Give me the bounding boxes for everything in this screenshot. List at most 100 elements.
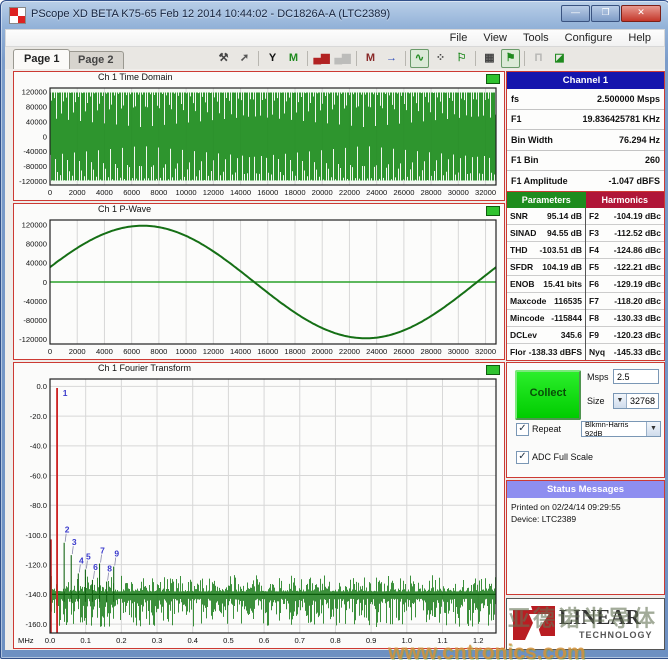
logo-line2: TECHNOLOGY bbox=[579, 630, 653, 640]
app-icon bbox=[9, 7, 26, 24]
toolbar: ⚒ ➚ Y M ▄▆ ▄▆ M → ∿ ⁘ ⚐ ▦ ⚑ Π ◪ bbox=[213, 48, 570, 68]
channel1-row: fs2.500000 Msps bbox=[507, 89, 664, 110]
histogram-icon[interactable]: ▄▆ bbox=[312, 49, 331, 68]
harmonic-row: F9-120.23 dBc bbox=[586, 327, 664, 344]
menu-help[interactable]: Help bbox=[621, 31, 658, 45]
f1-amplitude-label: F1 Amplitude bbox=[511, 176, 568, 186]
channel1-row: Bin Width76.294 Hz bbox=[507, 130, 664, 151]
size-combo[interactable]: ▼ 32768 bbox=[613, 393, 659, 409]
harmonic-row: F4-124.86 dBc bbox=[586, 242, 664, 259]
svg-text:3: 3 bbox=[72, 537, 77, 547]
minimize-button[interactable]: — bbox=[561, 5, 590, 22]
cursor-zoom-icon[interactable]: ➚ bbox=[235, 49, 254, 68]
svg-text:7: 7 bbox=[100, 546, 105, 556]
toolbar-separator bbox=[307, 51, 308, 66]
menu-tools[interactable]: Tools bbox=[516, 31, 556, 45]
maximize-button[interactable]: ❐ bbox=[591, 5, 620, 22]
export-plot-icon[interactable]: ◪ bbox=[550, 49, 569, 68]
svg-text:12000: 12000 bbox=[203, 188, 224, 197]
svg-text:24000: 24000 bbox=[366, 347, 387, 356]
svg-text:120000: 120000 bbox=[22, 221, 47, 230]
svg-text:-40.0: -40.0 bbox=[30, 442, 47, 451]
svg-text:28000: 28000 bbox=[421, 347, 442, 356]
svg-text:0: 0 bbox=[48, 347, 52, 356]
dual-display-icon[interactable]: ▦ bbox=[480, 49, 499, 68]
svg-text:16000: 16000 bbox=[257, 347, 278, 356]
math-window-icon[interactable]: M bbox=[284, 49, 303, 68]
pwave-plot-panel: Ch 1 P-Wave 12000080000400000-40000-8000… bbox=[13, 203, 505, 360]
param-row: Maxcode116535 bbox=[507, 293, 585, 310]
svg-text:12000: 12000 bbox=[203, 347, 224, 356]
menu-bar: File View Tools Configure Help bbox=[5, 29, 665, 47]
msps-input[interactable] bbox=[613, 369, 659, 384]
code-density-icon[interactable]: ▄▆ bbox=[333, 49, 352, 68]
svg-text:5: 5 bbox=[86, 552, 91, 562]
svg-text:4000: 4000 bbox=[96, 188, 113, 197]
svg-text:32000: 32000 bbox=[475, 188, 496, 197]
svg-text:22000: 22000 bbox=[339, 347, 360, 356]
param-row: SNR95.14 dB bbox=[507, 208, 585, 225]
max-average-icon[interactable]: M bbox=[361, 49, 380, 68]
svg-text:0.5: 0.5 bbox=[223, 636, 234, 645]
collect-button[interactable]: Collect bbox=[515, 370, 581, 420]
svg-text:6: 6 bbox=[93, 562, 98, 572]
menu-file[interactable]: File bbox=[443, 31, 475, 45]
svg-text:9: 9 bbox=[114, 549, 119, 559]
time-domain-view-icon[interactable]: ∿ bbox=[410, 49, 429, 68]
logo-line1: LINEAR bbox=[559, 605, 641, 630]
svg-text:-120000: -120000 bbox=[19, 177, 47, 186]
svg-text:40000: 40000 bbox=[26, 259, 47, 268]
svg-text:8: 8 bbox=[107, 564, 112, 574]
svg-text:0.2: 0.2 bbox=[116, 636, 127, 645]
menu-configure[interactable]: Configure bbox=[558, 31, 620, 45]
y-scale-icon[interactable]: Y bbox=[263, 49, 282, 68]
param-row: THD-103.51 dB bbox=[507, 242, 585, 259]
sample-codes-icon[interactable]: ⁘ bbox=[431, 49, 450, 68]
repeat-checkbox[interactable]: ✓ bbox=[516, 423, 529, 436]
status-messages-header: Status Messages bbox=[507, 481, 664, 498]
running-average-icon[interactable]: → bbox=[382, 49, 401, 68]
svg-text:1.0: 1.0 bbox=[402, 636, 413, 645]
svg-text:-140.0: -140.0 bbox=[25, 590, 47, 599]
collection-controls-panel: Collect Msps Size ▼ 32768 ✓ Repeat Blkmn… bbox=[506, 362, 665, 478]
time-domain-chart[interactable]: 12000080000400000-40000-80000-1200000200… bbox=[16, 83, 502, 198]
svg-text:2000: 2000 bbox=[69, 188, 86, 197]
fft-plot-panel: Ch 1 Fourier Transform 2345678910.0-20.0… bbox=[13, 362, 505, 649]
acquisition-tools-icon[interactable]: ⚒ bbox=[214, 49, 233, 68]
svg-text:20000: 20000 bbox=[312, 347, 333, 356]
svg-text:10000: 10000 bbox=[176, 188, 197, 197]
adc-full-scale-checkbox[interactable]: ✓ bbox=[516, 451, 529, 464]
pwave-view-icon[interactable]: ⚐ bbox=[452, 49, 471, 68]
window-combo[interactable]: Blkmn-Harris 92dB ▼ bbox=[581, 421, 661, 437]
chevron-down-icon[interactable]: ▼ bbox=[646, 422, 660, 436]
harmonic-row: F5-122.21 dBc bbox=[586, 259, 664, 276]
svg-text:0: 0 bbox=[48, 188, 52, 197]
close-button[interactable]: ✕ bbox=[621, 5, 661, 22]
harmonics-column: F2-104.19 dBc F3-112.52 dBc F4-124.86 dB… bbox=[586, 208, 664, 360]
chevron-down-icon[interactable]: ▼ bbox=[614, 394, 627, 408]
toolbar-separator bbox=[475, 51, 476, 66]
fft-chart[interactable]: 2345678910.0-20.0-40.0-60.0-80.0-100.0-1… bbox=[16, 374, 502, 646]
svg-text:0.7: 0.7 bbox=[294, 636, 305, 645]
svg-text:4: 4 bbox=[79, 555, 84, 565]
title-bar[interactable]: PScope XD BETA K75-65 Feb 12 2014 10:44:… bbox=[1, 1, 668, 29]
integral-icon[interactable]: Π bbox=[529, 49, 548, 68]
window-value: Blkmn-Harris 92dB bbox=[582, 420, 646, 438]
svg-text:30000: 30000 bbox=[448, 188, 469, 197]
menu-view[interactable]: View bbox=[476, 31, 514, 45]
harmonic-row: F6-129.19 dBc bbox=[586, 276, 664, 293]
fft-view-icon[interactable]: ⚑ bbox=[501, 49, 520, 68]
toolbar-separator bbox=[405, 51, 406, 66]
app-window: PScope XD BETA K75-65 Feb 12 2014 10:44:… bbox=[0, 0, 668, 659]
svg-text:-80000: -80000 bbox=[23, 162, 47, 171]
pwave-chart[interactable]: 12000080000400000-40000-80000-1200000200… bbox=[16, 215, 502, 357]
svg-text:8000: 8000 bbox=[150, 347, 167, 356]
svg-text:0.8: 0.8 bbox=[330, 636, 341, 645]
fs-value: 2.500000 Msps bbox=[597, 94, 660, 104]
fft-plot-title: Ch 1 Fourier Transform bbox=[98, 363, 191, 373]
tab-page-2[interactable]: Page 2 bbox=[67, 51, 124, 69]
svg-text:0: 0 bbox=[43, 132, 47, 141]
tab-page-1[interactable]: Page 1 bbox=[13, 49, 70, 69]
svg-text:1.2: 1.2 bbox=[473, 636, 484, 645]
svg-text:-120.0: -120.0 bbox=[25, 560, 47, 569]
